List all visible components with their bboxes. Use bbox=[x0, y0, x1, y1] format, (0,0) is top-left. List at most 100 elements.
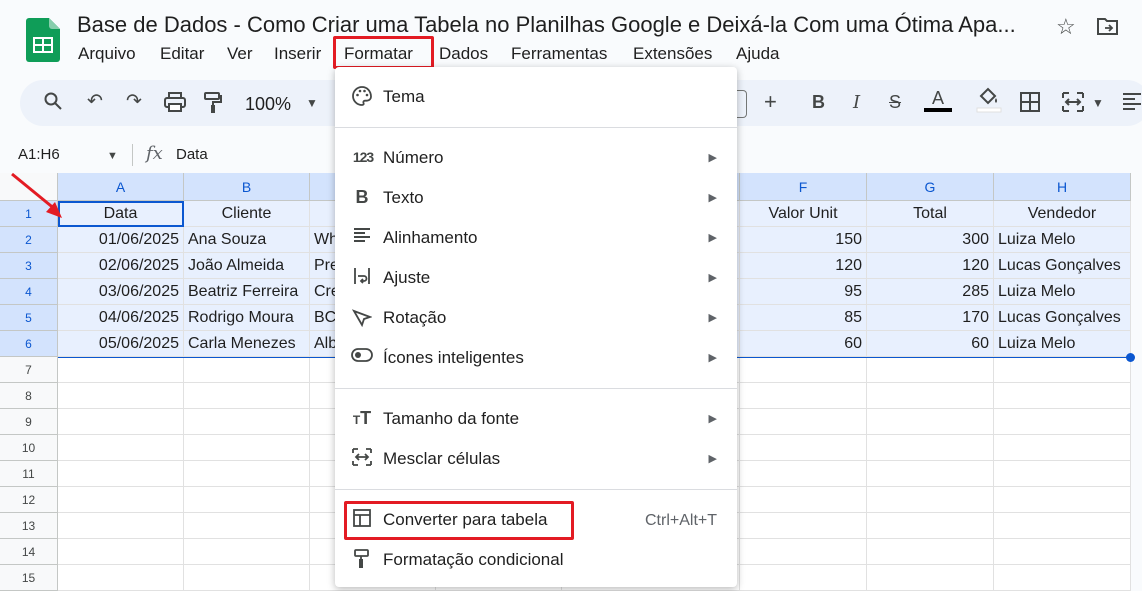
cell-g12[interactable] bbox=[867, 487, 994, 513]
cell-h8[interactable] bbox=[994, 383, 1131, 409]
cell-b6[interactable]: Carla Menezes bbox=[184, 331, 310, 357]
cell-g3[interactable]: 120 bbox=[867, 253, 994, 279]
cell-g2[interactable]: 300 bbox=[867, 227, 994, 253]
fill-handle[interactable] bbox=[1126, 353, 1135, 362]
cell-b15[interactable] bbox=[184, 565, 310, 591]
row-header-11[interactable]: 11 bbox=[0, 461, 58, 487]
cell-g14[interactable] bbox=[867, 539, 994, 565]
cell-b7[interactable] bbox=[184, 357, 310, 383]
column-header-h[interactable]: H bbox=[994, 173, 1131, 201]
fill-color-icon[interactable] bbox=[976, 86, 1002, 120]
cell-g15[interactable] bbox=[867, 565, 994, 591]
menu-inserir[interactable]: Inserir bbox=[274, 44, 321, 64]
menu-item-texto[interactable]: B Texto ▶ bbox=[335, 179, 737, 217]
cell-h4[interactable]: Luiza Melo bbox=[994, 279, 1131, 305]
menu-item-formatacao-condicional[interactable]: Formatação condicional bbox=[335, 541, 737, 579]
cell-f11[interactable] bbox=[740, 461, 867, 487]
cell-a14[interactable] bbox=[58, 539, 184, 565]
increase-font-size-icon[interactable]: + bbox=[764, 89, 777, 115]
cell-b12[interactable] bbox=[184, 487, 310, 513]
cell-b5[interactable]: Rodrigo Moura bbox=[184, 305, 310, 331]
cell-f3[interactable]: 120 bbox=[740, 253, 867, 279]
cell-h11[interactable] bbox=[994, 461, 1131, 487]
cell-a9[interactable] bbox=[58, 409, 184, 435]
row-header-3[interactable]: 3 bbox=[0, 253, 58, 279]
menu-ferramentas[interactable]: Ferramentas bbox=[511, 44, 607, 64]
cell-f5[interactable]: 85 bbox=[740, 305, 867, 331]
cell-b9[interactable] bbox=[184, 409, 310, 435]
cell-f9[interactable] bbox=[740, 409, 867, 435]
menu-item-ajuste[interactable]: Ajuste ▶ bbox=[335, 259, 737, 297]
cell-g7[interactable] bbox=[867, 357, 994, 383]
cell-b14[interactable] bbox=[184, 539, 310, 565]
row-header-15[interactable]: 15 bbox=[0, 565, 58, 591]
menu-item-icones-inteligentes[interactable]: Ícones inteligentes ▶ bbox=[335, 339, 737, 377]
cell-g5[interactable]: 170 bbox=[867, 305, 994, 331]
cell-f13[interactable] bbox=[740, 513, 867, 539]
cell-f6[interactable]: 60 bbox=[740, 331, 867, 357]
cell-f4[interactable]: 95 bbox=[740, 279, 867, 305]
search-menus-icon[interactable] bbox=[44, 92, 62, 116]
formula-input[interactable]: Data bbox=[176, 146, 208, 163]
cell-h13[interactable] bbox=[994, 513, 1131, 539]
cell-f12[interactable] bbox=[740, 487, 867, 513]
cell-a7[interactable] bbox=[58, 357, 184, 383]
sheets-logo[interactable] bbox=[26, 18, 60, 62]
cell-h6[interactable]: Luiza Melo bbox=[994, 331, 1131, 357]
menu-ver[interactable]: Ver bbox=[227, 44, 253, 64]
column-header-g[interactable]: G bbox=[867, 173, 994, 201]
cell-h14[interactable] bbox=[994, 539, 1131, 565]
menu-item-mesclar-celulas[interactable]: Mesclar células ▶ bbox=[335, 440, 737, 478]
star-icon[interactable]: ☆ bbox=[1056, 14, 1076, 40]
cell-f8[interactable] bbox=[740, 383, 867, 409]
merge-cells-icon[interactable] bbox=[1062, 92, 1084, 118]
cell-f15[interactable] bbox=[740, 565, 867, 591]
row-header-5[interactable]: 5 bbox=[0, 305, 58, 331]
cell-f14[interactable] bbox=[740, 539, 867, 565]
row-header-14[interactable]: 14 bbox=[0, 539, 58, 565]
row-header-6[interactable]: 6 bbox=[0, 331, 58, 357]
row-header-10[interactable]: 10 bbox=[0, 435, 58, 461]
cell-h5[interactable]: Lucas Gonçalves bbox=[994, 305, 1131, 331]
row-header-4[interactable]: 4 bbox=[0, 279, 58, 305]
cell-b1[interactable]: Cliente bbox=[184, 201, 310, 227]
cell-a12[interactable] bbox=[58, 487, 184, 513]
cell-h1[interactable]: Vendedor bbox=[994, 201, 1131, 227]
cell-b10[interactable] bbox=[184, 435, 310, 461]
cell-h9[interactable] bbox=[994, 409, 1131, 435]
cell-g10[interactable] bbox=[867, 435, 994, 461]
menu-editar[interactable]: Editar bbox=[160, 44, 204, 64]
cell-a3[interactable]: 02/06/2025 bbox=[58, 253, 184, 279]
row-header-7[interactable]: 7 bbox=[0, 357, 58, 383]
menu-arquivo[interactable]: Arquivo bbox=[78, 44, 136, 64]
row-header-13[interactable]: 13 bbox=[0, 513, 58, 539]
column-header-a[interactable]: A bbox=[58, 173, 184, 201]
cell-b4[interactable]: Beatriz Ferreira bbox=[184, 279, 310, 305]
cell-a11[interactable] bbox=[58, 461, 184, 487]
cell-g1[interactable]: Total bbox=[867, 201, 994, 227]
cell-a2[interactable]: 01/06/2025 bbox=[58, 227, 184, 253]
cell-h10[interactable] bbox=[994, 435, 1131, 461]
zoom-select[interactable]: 100% bbox=[245, 94, 291, 115]
menu-ajuda[interactable]: Ajuda bbox=[736, 44, 779, 64]
cell-a15[interactable] bbox=[58, 565, 184, 591]
cell-f10[interactable] bbox=[740, 435, 867, 461]
name-box[interactable]: A1:H6 bbox=[18, 146, 60, 163]
cell-g11[interactable] bbox=[867, 461, 994, 487]
cell-g6[interactable]: 60 bbox=[867, 331, 994, 357]
row-header-9[interactable]: 9 bbox=[0, 409, 58, 435]
cell-f7[interactable] bbox=[740, 357, 867, 383]
print-icon[interactable] bbox=[164, 92, 186, 118]
italic-icon[interactable]: I bbox=[853, 92, 860, 113]
paint-format-icon[interactable] bbox=[204, 92, 222, 120]
cell-a4[interactable]: 03/06/2025 bbox=[58, 279, 184, 305]
cell-b8[interactable] bbox=[184, 383, 310, 409]
cell-b13[interactable] bbox=[184, 513, 310, 539]
cell-h3[interactable]: Lucas Gonçalves bbox=[994, 253, 1131, 279]
merge-dropdown-icon[interactable]: ▼ bbox=[1092, 96, 1104, 110]
text-color-icon[interactable]: A bbox=[924, 88, 952, 112]
column-header-b[interactable]: B bbox=[184, 173, 310, 201]
menu-item-numero[interactable]: 123 Número ▶ bbox=[335, 139, 737, 177]
cell-h12[interactable] bbox=[994, 487, 1131, 513]
undo-icon[interactable]: ↶ bbox=[87, 90, 103, 113]
